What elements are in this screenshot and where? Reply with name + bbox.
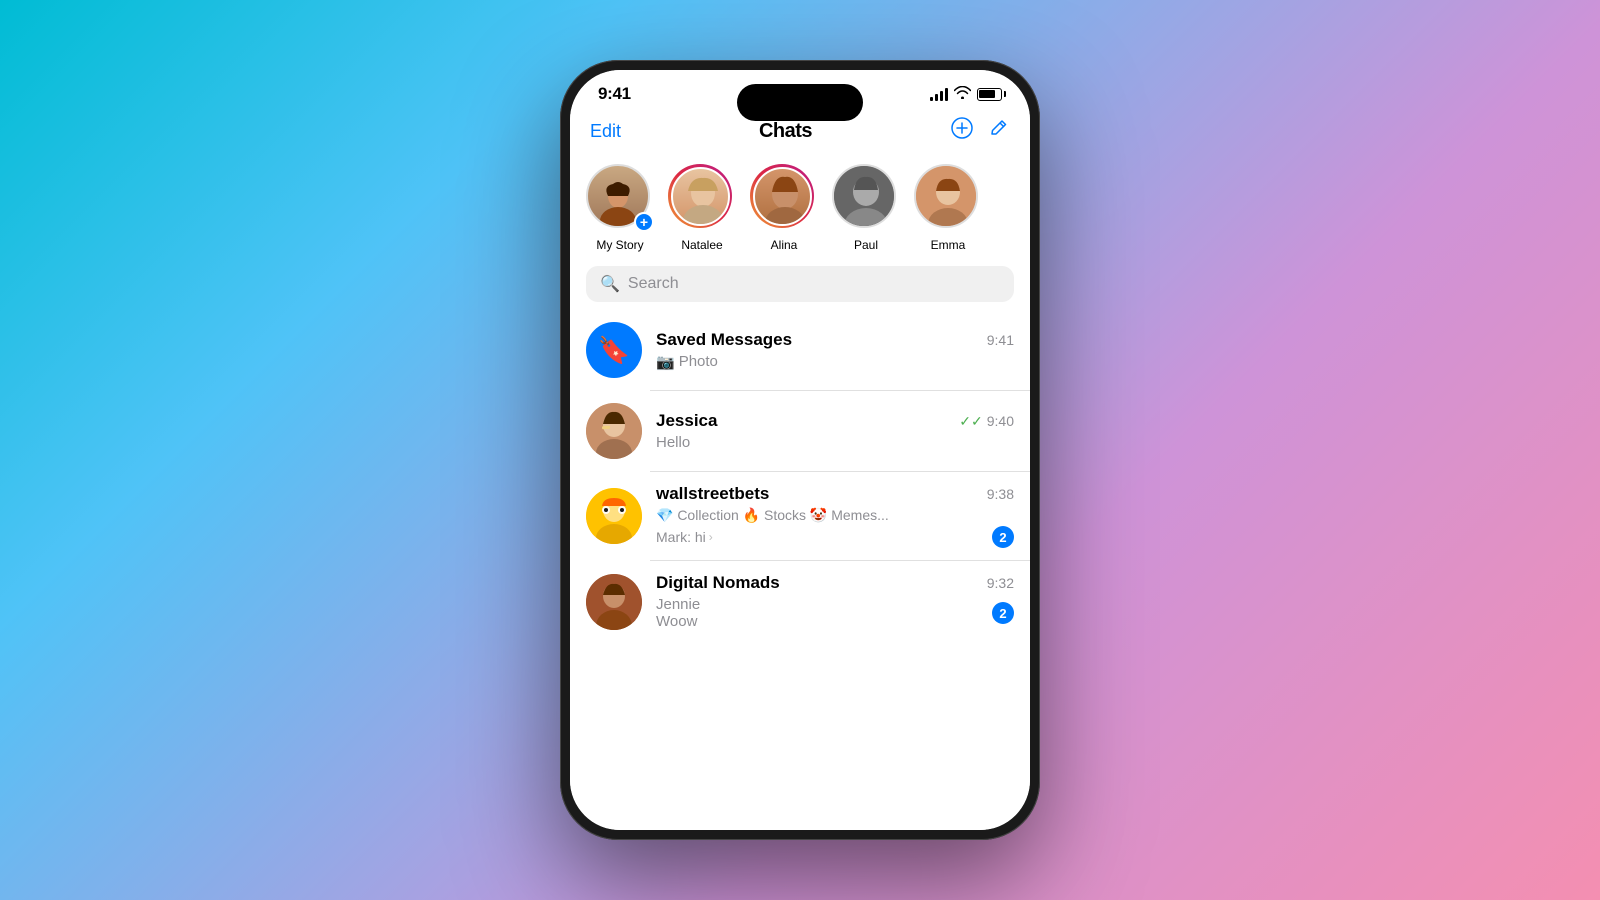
story-name-emma: Emma [931,238,966,252]
unread-badge-wallstreetbets: 2 [992,526,1014,548]
wifi-icon [954,86,971,102]
phone-shell: 9:41 [560,60,1040,840]
unread-badge-digital-nomads: 2 [992,602,1014,624]
phone-screen: 9:41 [570,70,1030,830]
chat-item-jessica[interactable]: Jessica ✓✓ 9:40 Hello [570,391,1030,471]
status-icons [930,86,1002,102]
add-story-badge: + [634,212,654,232]
chat-item-saved-messages[interactable]: 🔖 Saved Messages 9:41 📷 Photo [570,310,1030,390]
chat-preview-digital-nomads: Jennie [656,596,700,613]
chat-time-wallstreetbets: 9:38 [987,486,1014,502]
chat-time-jessica: 9:40 [987,413,1014,429]
story-item-alina[interactable]: Alina [750,164,818,252]
chat-name-saved: Saved Messages [656,330,792,350]
chat-desc-wallstreetbets: 💎 Collection 🔥 Stocks 🤡 Memes... [656,507,1014,524]
chat-preview-saved: 📷 Photo [656,353,1014,371]
search-bar[interactable]: 🔍 Search [586,266,1014,302]
story-item-natalee[interactable]: Natalee [668,164,736,252]
header-actions [950,116,1010,146]
story-name-my-story: My Story [596,238,643,252]
signal-icon [930,88,948,101]
status-time: 9:41 [598,84,631,104]
stories-row: + My Story [570,156,1030,266]
add-chat-button[interactable] [950,116,974,146]
story-name-paul: Paul [854,238,878,252]
wallstreetbets-avatar [586,488,642,544]
saved-messages-avatar: 🔖 [586,322,642,378]
battery-icon [977,88,1002,101]
chat-item-wallstreetbets[interactable]: wallstreetbets 9:38 💎 Collection 🔥 Stock… [570,472,1030,560]
edit-button[interactable]: Edit [590,121,621,142]
digital-nomads-avatar [586,574,642,630]
page-title: Chats [759,120,812,143]
jessica-avatar [586,403,642,459]
chat-name-jessica: Jessica [656,411,717,431]
chat-name-digital-nomads: Digital Nomads [656,573,780,593]
search-icon: 🔍 [600,274,620,294]
chat-name-wallstreetbets: wallstreetbets [656,484,769,504]
story-item-my-story[interactable]: + My Story [586,164,654,252]
chat-item-digital-nomads[interactable]: Digital Nomads 9:32 Jennie Woow [570,561,1030,642]
delivered-icon: ✓✓ [959,413,982,430]
chat-time-saved: 9:41 [987,332,1014,348]
story-item-emma[interactable]: Emma [914,164,982,252]
chat-list: 🔖 Saved Messages 9:41 📷 Photo [570,310,1030,830]
compose-button[interactable] [988,117,1010,145]
search-input[interactable]: Search [628,275,679,293]
chat-preview-jessica: Hello [656,434,1014,451]
story-name-natalee: Natalee [681,238,722,252]
story-item-paul[interactable]: Paul [832,164,900,252]
chat-time-digital-nomads: 9:32 [987,575,1014,591]
story-name-alina: Alina [771,238,798,252]
dynamic-island [737,84,863,121]
chat-preview-wallstreetbets: Mark: hi › [656,529,713,545]
